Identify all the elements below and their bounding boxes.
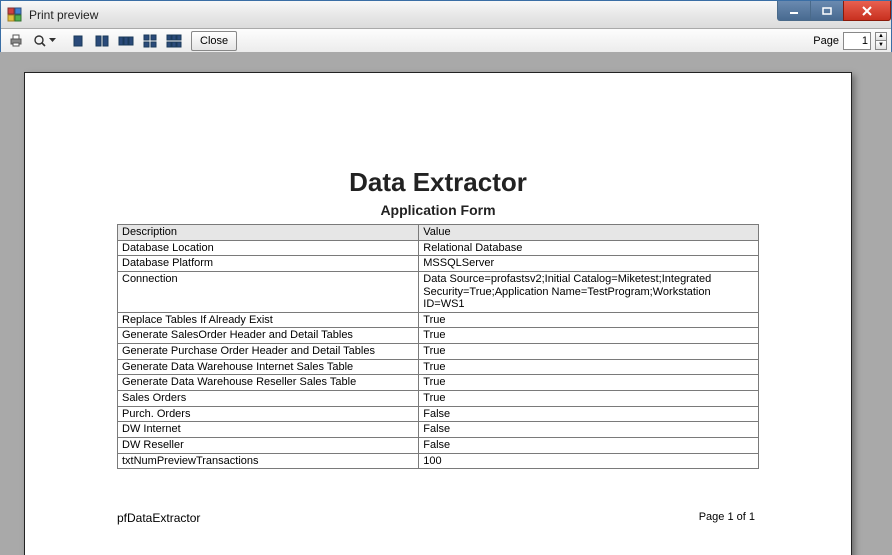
table-row: Sales OrdersTrue (118, 391, 759, 407)
close-window-button[interactable] (843, 1, 891, 21)
page-number-input[interactable] (843, 32, 871, 50)
window-controls (778, 1, 891, 23)
window-title: Print preview (29, 8, 98, 22)
cell-value: Relational Database (419, 240, 759, 256)
page-spinner[interactable]: ▲ ▼ (875, 32, 887, 50)
table-row: txtNumPreviewTransactions100 (118, 453, 759, 469)
cell-value: True (419, 344, 759, 360)
page-up-button[interactable]: ▲ (876, 33, 886, 42)
cell-description: Replace Tables If Already Exist (118, 312, 419, 328)
table-row: Database PlatformMSSQLServer (118, 256, 759, 272)
cell-description: Generate SalesOrder Header and Detail Ta… (118, 328, 419, 344)
table-row: Replace Tables If Already ExistTrue (118, 312, 759, 328)
table-row: Generate SalesOrder Header and Detail Ta… (118, 328, 759, 344)
cell-description: DW Reseller (118, 437, 419, 453)
cell-description: Generate Data Warehouse Reseller Sales T… (118, 375, 419, 391)
cell-value: MSSQLServer (419, 256, 759, 272)
data-table: Description Value Database LocationRelat… (117, 224, 759, 469)
cell-description: Purch. Orders (118, 406, 419, 422)
document-subtitle: Application Form (117, 202, 759, 218)
page-layout-group (67, 31, 187, 51)
cell-value: False (419, 437, 759, 453)
footer-center: pfDataExtractor (117, 511, 200, 525)
print-button[interactable] (5, 31, 27, 51)
table-row: DW ResellerFalse (118, 437, 759, 453)
minimize-button[interactable] (777, 1, 811, 21)
table-row: ConnectionData Source=profastsv2;Initial… (118, 271, 759, 312)
cell-value: True (419, 328, 759, 344)
page-down-button[interactable]: ▼ (876, 41, 886, 49)
footer-page-info: Page 1 of 1 (699, 511, 755, 523)
cell-description: txtNumPreviewTransactions (118, 453, 419, 469)
cell-value: 100 (419, 453, 759, 469)
three-pages-button[interactable] (115, 31, 137, 51)
zoom-button[interactable] (29, 31, 59, 51)
toolbar: Close Page ▲ ▼ (1, 29, 891, 53)
cell-value: True (419, 391, 759, 407)
table-row: Generate Data Warehouse Reseller Sales T… (118, 375, 759, 391)
page-1: Data Extractor Application Form Descript… (24, 72, 852, 555)
table-row: DW InternetFalse (118, 422, 759, 438)
page-label: Page (813, 35, 839, 47)
cell-description: Database Location (118, 240, 419, 256)
two-pages-button[interactable] (91, 31, 113, 51)
col-header-description: Description (118, 225, 419, 241)
cell-value: False (419, 422, 759, 438)
cell-description: Database Platform (118, 256, 419, 272)
table-row: Generate Data Warehouse Internet Sales T… (118, 359, 759, 375)
preview-area[interactable]: Data Extractor Application Form Descript… (0, 52, 892, 555)
cell-value: True (419, 312, 759, 328)
one-page-button[interactable] (67, 31, 89, 51)
maximize-button[interactable] (810, 1, 844, 21)
chevron-down-icon (49, 38, 56, 43)
app-icon (7, 7, 23, 23)
cell-value: Data Source=profastsv2;Initial Catalog=M… (419, 271, 759, 312)
table-row: Generate Purchase Order Header and Detai… (118, 344, 759, 360)
cell-value: False (419, 406, 759, 422)
cell-description: Sales Orders (118, 391, 419, 407)
titlebar: Print preview (1, 1, 891, 29)
table-row: Purch. OrdersFalse (118, 406, 759, 422)
close-preview-button[interactable]: Close (191, 31, 237, 51)
cell-value: True (419, 359, 759, 375)
col-header-value: Value (419, 225, 759, 241)
six-pages-button[interactable] (163, 31, 185, 51)
page-footer: pfDataExtractor Page 1 of 1 (117, 511, 759, 527)
cell-description: Generate Purchase Order Header and Detai… (118, 344, 419, 360)
cell-description: DW Internet (118, 422, 419, 438)
cell-value: True (419, 375, 759, 391)
four-pages-button[interactable] (139, 31, 161, 51)
cell-description: Connection (118, 271, 419, 312)
document-title: Data Extractor (117, 167, 759, 198)
table-row: Database LocationRelational Database (118, 240, 759, 256)
cell-description: Generate Data Warehouse Internet Sales T… (118, 359, 419, 375)
